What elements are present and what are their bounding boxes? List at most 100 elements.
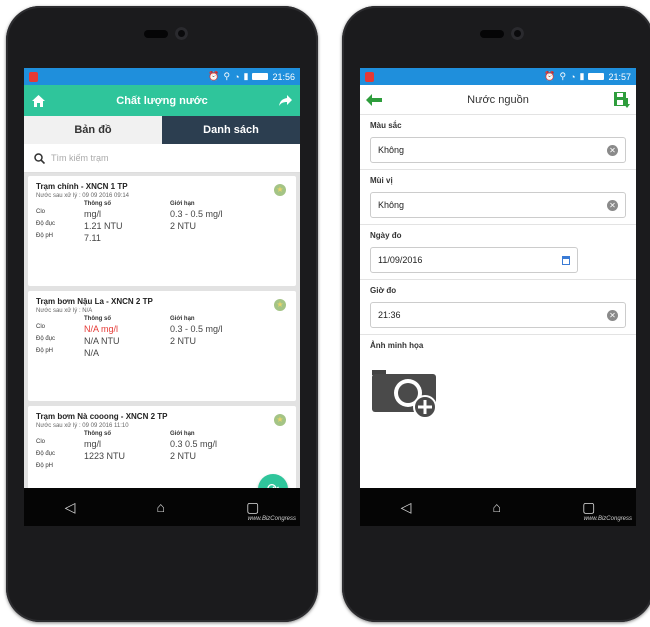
share-icon[interactable]: [279, 94, 292, 107]
search-icon: [34, 152, 45, 164]
row-label: Độ đục: [36, 336, 56, 342]
odor-field-group: Mùi vị Không ✕: [360, 170, 636, 225]
row-value: N/A: [84, 348, 100, 358]
notification-icon: [365, 71, 374, 82]
recent-apps-icon[interactable]: ▢: [246, 499, 259, 516]
signal-icon: ▮: [579, 71, 585, 81]
field-label: Ảnh minh họa: [370, 341, 424, 350]
row-limit: 0.3 - 0.5 mg/l: [170, 209, 223, 219]
favorite-icon[interactable]: ★: [274, 184, 286, 196]
recent-apps-icon[interactable]: ▢: [582, 499, 595, 516]
back-icon[interactable]: ◁: [401, 499, 412, 516]
status-time: 21:56: [272, 71, 295, 82]
row-limit: [170, 233, 288, 243]
home-nav-icon[interactable]: ⌂: [493, 499, 501, 515]
phone-left: ⏰ ⚲ ◔ ▮ 21:56 Chất lượng nước Bản đồ Dan…: [6, 6, 318, 622]
date-input[interactable]: 11/09/2016: [370, 247, 578, 273]
col-param: Thông số: [84, 201, 111, 207]
row-limit: 2 NTU: [170, 451, 197, 461]
row-value: mg/l: [84, 209, 102, 219]
date-field-group: Ngày đo 11/09/2016: [360, 225, 636, 280]
signal-icon: ▮: [243, 71, 249, 81]
row-label: Độ pH: [36, 233, 54, 239]
search-bar[interactable]: Tìm kiếm trạm: [24, 144, 300, 173]
phone-right: ⏰ ⚲ ◔ ▮ 21:57 Nước nguồn Màu sắc Không ✕…: [342, 6, 650, 622]
tab-map[interactable]: Bản đồ: [24, 116, 162, 144]
row-value: mg/l: [84, 439, 102, 449]
row-label: Độ đục: [36, 451, 56, 457]
station-list: Trạm chính - XNCN 1 TP Nước sau xử lý : …: [24, 173, 300, 526]
location-icon: ⚲: [559, 71, 567, 81]
row-limit: 0.3 - 0.5 mg/l: [170, 324, 223, 334]
col-param: Thông số: [84, 316, 111, 322]
front-camera: [511, 27, 524, 40]
station-updated: Nước sau xử lý : 09 09 2016 11:10: [36, 423, 129, 429]
tab-list[interactable]: Danh sách: [162, 116, 300, 144]
watermark: www.BizCongress: [583, 516, 632, 522]
color-field-group: Màu sắc Không ✕: [360, 115, 636, 170]
clear-icon[interactable]: ✕: [607, 309, 618, 321]
col-param: Thông số: [84, 431, 111, 437]
odor-input[interactable]: Không ✕: [370, 192, 626, 218]
alarm-icon: ⏰: [544, 71, 556, 81]
row-limit: [170, 348, 288, 358]
battery-icon: [252, 73, 269, 80]
clear-icon[interactable]: ✕: [607, 199, 618, 211]
tab-bar: Bản đồ Danh sách: [24, 116, 300, 144]
row-value: [84, 463, 170, 469]
row-value: N/A mg/l: [84, 324, 119, 334]
time-input[interactable]: 21:36 ✕: [370, 302, 626, 328]
row-limit: 2 NTU: [170, 336, 197, 346]
nav-bar: ◁ ⌂ ▢ www.BizCongress: [360, 488, 636, 526]
field-label: Giờ đo: [370, 286, 397, 295]
field-label: Mùi vị: [370, 176, 393, 185]
status-bar: ⏰ ⚲ ◔ ▮ 21:57: [360, 68, 636, 85]
front-camera: [175, 27, 188, 40]
notification-icon: [29, 71, 38, 82]
add-photo-camera-icon[interactable]: [370, 364, 442, 420]
station-title: Trạm bơm Nà cooong - XNCN 2 TP: [36, 412, 168, 421]
speaker: [480, 30, 504, 38]
speaker: [144, 30, 168, 38]
row-label: Độ pH: [36, 463, 54, 469]
row-value: N/A NTU: [84, 336, 120, 346]
app-bar: Chất lượng nước: [24, 85, 300, 116]
time-field-group: Giờ đo 21:36 ✕: [360, 280, 636, 335]
location-icon: ⚲: [223, 71, 231, 81]
nav-bar: ◁ ⌂ ▢ www.BizCongress: [24, 488, 300, 526]
row-value: 7.11: [84, 233, 101, 243]
battery-icon: [588, 73, 605, 80]
station-updated: Nước sau xử lý : N/A: [36, 308, 93, 314]
row-limit: 2 NTU: [170, 221, 197, 231]
color-input[interactable]: Không ✕: [370, 137, 626, 163]
app-bar: Nước nguồn: [360, 85, 636, 115]
wifi-icon: ◔: [234, 71, 240, 82]
photo-section: Ảnh minh họa: [360, 335, 636, 431]
home-nav-icon[interactable]: ⌂: [157, 499, 165, 515]
station-card[interactable]: Trạm chính - XNCN 1 TP Nước sau xử lý : …: [28, 176, 296, 286]
search-input[interactable]: Tìm kiếm trạm: [51, 153, 109, 163]
save-icon[interactable]: [614, 91, 630, 108]
favorite-icon[interactable]: ★: [274, 299, 286, 311]
row-limit: [170, 463, 288, 469]
clear-icon[interactable]: ✕: [607, 144, 618, 156]
station-title: Trạm bơm Nậu La - XNCN 2 TP: [36, 297, 153, 306]
station-title: Trạm chính - XNCN 1 TP: [36, 182, 128, 191]
row-label: Độ pH: [36, 348, 54, 354]
station-card[interactable]: Trạm bơm Nậu La - XNCN 2 TP Nước sau xử …: [28, 291, 296, 401]
status-time: 21:57: [608, 71, 631, 82]
home-icon[interactable]: [32, 94, 45, 107]
row-value: 1.21 NTU: [84, 221, 123, 231]
row-value: 1223 NTU: [84, 451, 126, 461]
calendar-icon[interactable]: [562, 255, 570, 265]
wifi-icon: ◔: [570, 71, 576, 82]
favorite-icon[interactable]: ★: [274, 414, 286, 426]
back-arrow-icon[interactable]: [366, 93, 382, 106]
page-title: Chất lượng nước: [116, 94, 208, 107]
field-label: Màu sắc: [370, 121, 402, 130]
col-limit: Giới hạn: [170, 431, 195, 437]
row-label: Độ đục: [36, 221, 56, 227]
back-icon[interactable]: ◁: [65, 499, 76, 516]
station-updated: Nước sau xử lý : 09 09 2016 09:14: [36, 193, 130, 199]
row-label: Clo: [36, 439, 46, 445]
